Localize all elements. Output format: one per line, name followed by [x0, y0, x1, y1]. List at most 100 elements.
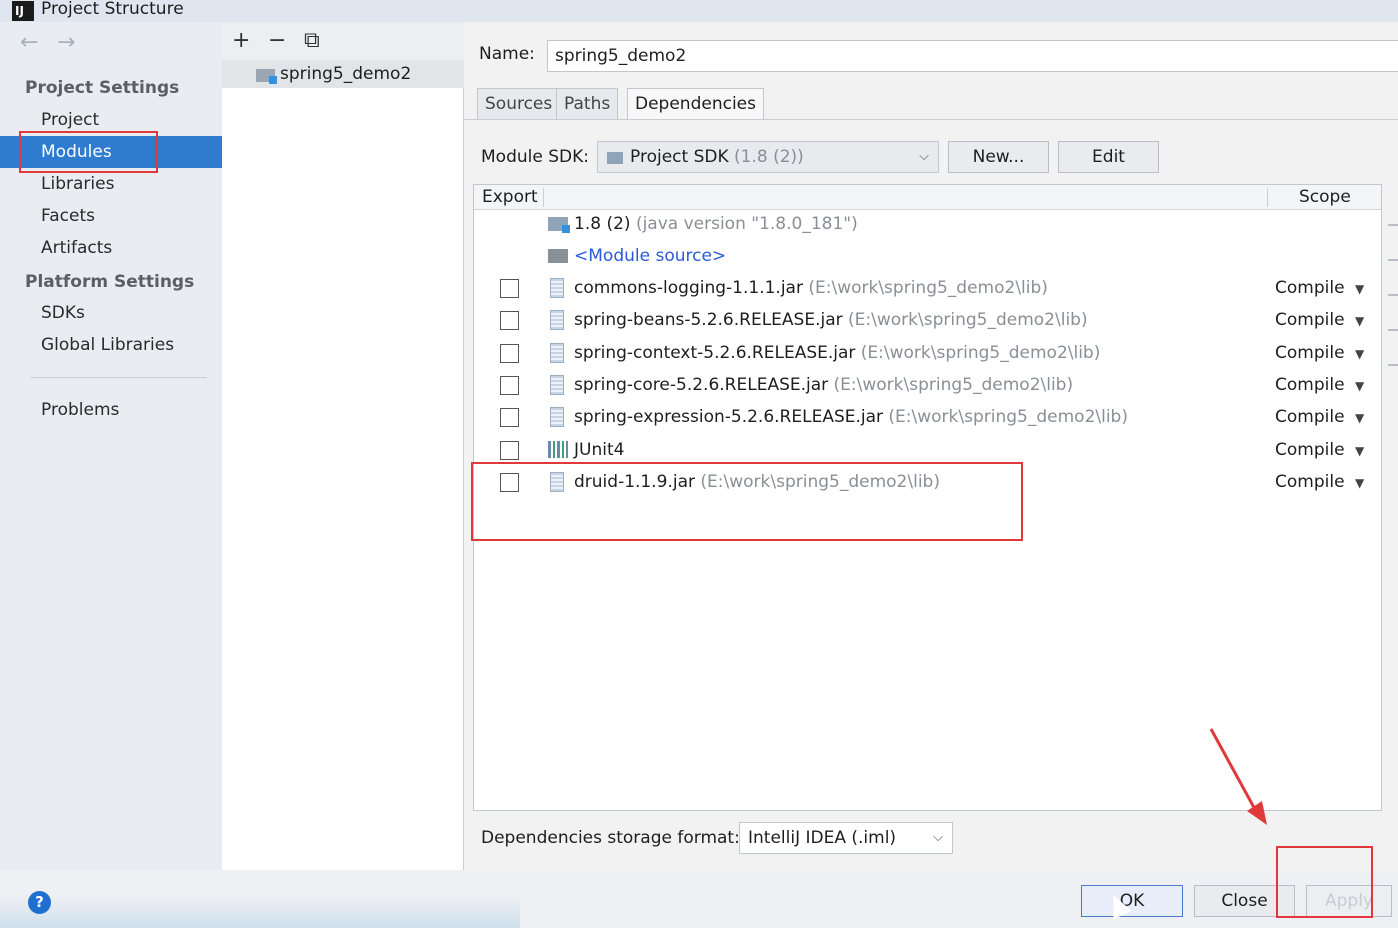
export-checkbox[interactable]	[500, 376, 519, 395]
annotation-arrow	[1209, 728, 1267, 825]
project-settings-header: Project Settings	[25, 78, 180, 98]
scope-value[interactable]: Compile	[1275, 466, 1345, 498]
module-source-entry: <Module source>	[574, 246, 727, 266]
platform-settings-header: Platform Settings	[25, 272, 195, 292]
forward-arrow-icon[interactable]: →	[57, 30, 75, 55]
dependency-path: (E:\work\spring5_demo2\lib)	[833, 375, 1074, 395]
table-row[interactable]: spring-context-5.2.6.RELEASE.jar (E:\wor…	[474, 337, 1381, 369]
remove-dependency-icon[interactable]	[1388, 259, 1398, 261]
export-checkbox[interactable]	[500, 311, 519, 330]
tab-paths[interactable]: Paths	[556, 88, 619, 120]
dependency-name: spring-core-5.2.6.RELEASE.jar	[574, 375, 829, 395]
module-name-field[interactable]: spring5_demo2	[547, 40, 1398, 72]
name-label: Name:	[479, 44, 535, 64]
tab-divider	[464, 119, 1398, 120]
column-header-export[interactable]: Export	[482, 185, 538, 210]
chevron-down-icon: ⌵	[933, 830, 943, 845]
sdk-version: (1.8 (2))	[734, 147, 804, 167]
scope-value[interactable]: Compile	[1275, 434, 1345, 466]
column-header-scope[interactable]: Scope	[1299, 185, 1351, 210]
window-title: Project Structure	[41, 0, 184, 19]
module-item[interactable]: spring5_demo2	[222, 60, 464, 88]
scope-value[interactable]: Compile	[1275, 337, 1345, 369]
dependency-name: spring-beans-5.2.6.RELEASE.jar	[574, 310, 843, 330]
move-down-icon[interactable]	[1388, 329, 1398, 331]
dependency-name: spring-context-5.2.6.RELEASE.jar	[574, 343, 856, 363]
table-row[interactable]: spring-core-5.2.6.RELEASE.jar (E:\work\s…	[474, 369, 1381, 401]
sidebar-item-facets[interactable]: Facets	[0, 200, 222, 232]
scope-dropdown-icon[interactable]: ▼	[1355, 273, 1364, 305]
tab-dependencies[interactable]: Dependencies	[627, 88, 764, 120]
help-icon[interactable]: ?	[28, 891, 51, 914]
table-row-module-source[interactable]: <Module source>	[474, 240, 1381, 272]
add-dependency-icon[interactable]	[1388, 224, 1398, 226]
annotation-box-apply	[1276, 846, 1373, 918]
dependency-path: (E:\work\spring5_demo2\lib)	[808, 278, 1048, 298]
move-up-icon[interactable]	[1388, 294, 1398, 296]
jar-icon	[550, 375, 564, 395]
module-list-panel: + − ⧉ spring5_demo2	[222, 22, 464, 870]
add-module-icon[interactable]: +	[232, 28, 250, 53]
scope-dropdown-icon[interactable]: ▼	[1355, 402, 1364, 434]
remove-module-icon[interactable]: −	[268, 28, 286, 53]
annotation-box-modules	[19, 131, 158, 173]
scope-value[interactable]: Compile	[1275, 369, 1345, 401]
scope-dropdown-icon[interactable]: ▼	[1355, 370, 1364, 402]
export-checkbox[interactable]	[500, 408, 519, 427]
dependency-name: JUnit4	[574, 440, 625, 460]
scope-value[interactable]: Compile	[1275, 401, 1345, 433]
table-row[interactable]: spring-expression-5.2.6.RELEASE.jar (E:\…	[474, 401, 1381, 433]
annotation-box-druid	[471, 462, 1023, 541]
table-row-sdk[interactable]: 1.8 (2) (java version "1.8.0_181")	[474, 208, 1381, 240]
storage-format-dropdown[interactable]: IntelliJ IDEA (.iml) ⌵	[739, 822, 953, 854]
table-side-toolbar	[1388, 184, 1398, 811]
back-arrow-icon[interactable]: ←	[20, 30, 38, 55]
export-checkbox[interactable]	[500, 279, 519, 298]
edit-sdk-button[interactable]: Edit	[1058, 141, 1159, 173]
module-sdk-label: Module SDK:	[481, 147, 589, 167]
jar-icon	[550, 310, 564, 330]
sidebar-divider	[30, 377, 207, 378]
new-sdk-button[interactable]: New...	[948, 141, 1049, 173]
jdk-folder-icon	[548, 217, 570, 233]
column-divider	[543, 188, 544, 207]
sidebar-item-problems[interactable]: Problems	[0, 394, 222, 426]
copy-module-icon[interactable]: ⧉	[304, 28, 320, 53]
module-folder-icon	[256, 69, 277, 84]
sidebar-item-artifacts[interactable]: Artifacts	[0, 232, 222, 264]
sdk-entry-detail: (java version "1.8.0_181")	[635, 214, 858, 234]
background-decoration	[0, 895, 520, 928]
scope-dropdown-icon[interactable]: ▼	[1355, 467, 1364, 499]
table-row[interactable]: commons-logging-1.1.1.jar (E:\work\sprin…	[474, 272, 1381, 304]
sidebar-item-global-libraries[interactable]: Global Libraries	[0, 329, 222, 361]
module-sdk-dropdown[interactable]: Project SDK (1.8 (2)) ⌵	[597, 141, 939, 173]
scope-dropdown-icon[interactable]: ▼	[1355, 338, 1364, 370]
title-bar: IJ Project Structure	[0, 0, 1398, 22]
library-icon	[548, 441, 568, 458]
scope-value[interactable]: Compile	[1275, 272, 1345, 304]
source-folder-icon	[548, 249, 568, 263]
export-checkbox[interactable]	[500, 344, 519, 363]
dependency-name: spring-expression-5.2.6.RELEASE.jar	[574, 407, 884, 427]
annotation-arrow-shaft	[1209, 728, 1259, 814]
export-checkbox[interactable]	[500, 441, 519, 460]
dependency-name: commons-logging-1.1.1.jar	[574, 278, 803, 298]
dependency-path: (E:\work\spring5_demo2\lib)	[888, 407, 1128, 427]
jar-icon	[550, 278, 564, 298]
sidebar-item-sdks[interactable]: SDKs	[0, 297, 222, 329]
table-header: Export Scope	[474, 185, 1381, 210]
edit-dependency-icon[interactable]	[1388, 364, 1398, 366]
annotation-arrow-head	[1247, 801, 1267, 825]
chevron-down-icon: ⌵	[919, 149, 929, 164]
ok-button[interactable]: OK	[1081, 885, 1183, 917]
scope-dropdown-icon[interactable]: ▼	[1355, 435, 1364, 467]
scope-dropdown-icon[interactable]: ▼	[1355, 305, 1364, 337]
sdk-folder-icon	[607, 152, 623, 164]
jar-icon	[550, 343, 564, 363]
storage-format-label: Dependencies storage format:	[481, 828, 740, 848]
tab-sources[interactable]: Sources	[477, 88, 561, 120]
module-toolbar: + − ⧉	[222, 22, 464, 60]
dependency-path: (E:\work\spring5_demo2\lib)	[860, 343, 1101, 363]
scope-value[interactable]: Compile	[1275, 304, 1345, 336]
table-row[interactable]: spring-beans-5.2.6.RELEASE.jar (E:\work\…	[474, 304, 1381, 336]
